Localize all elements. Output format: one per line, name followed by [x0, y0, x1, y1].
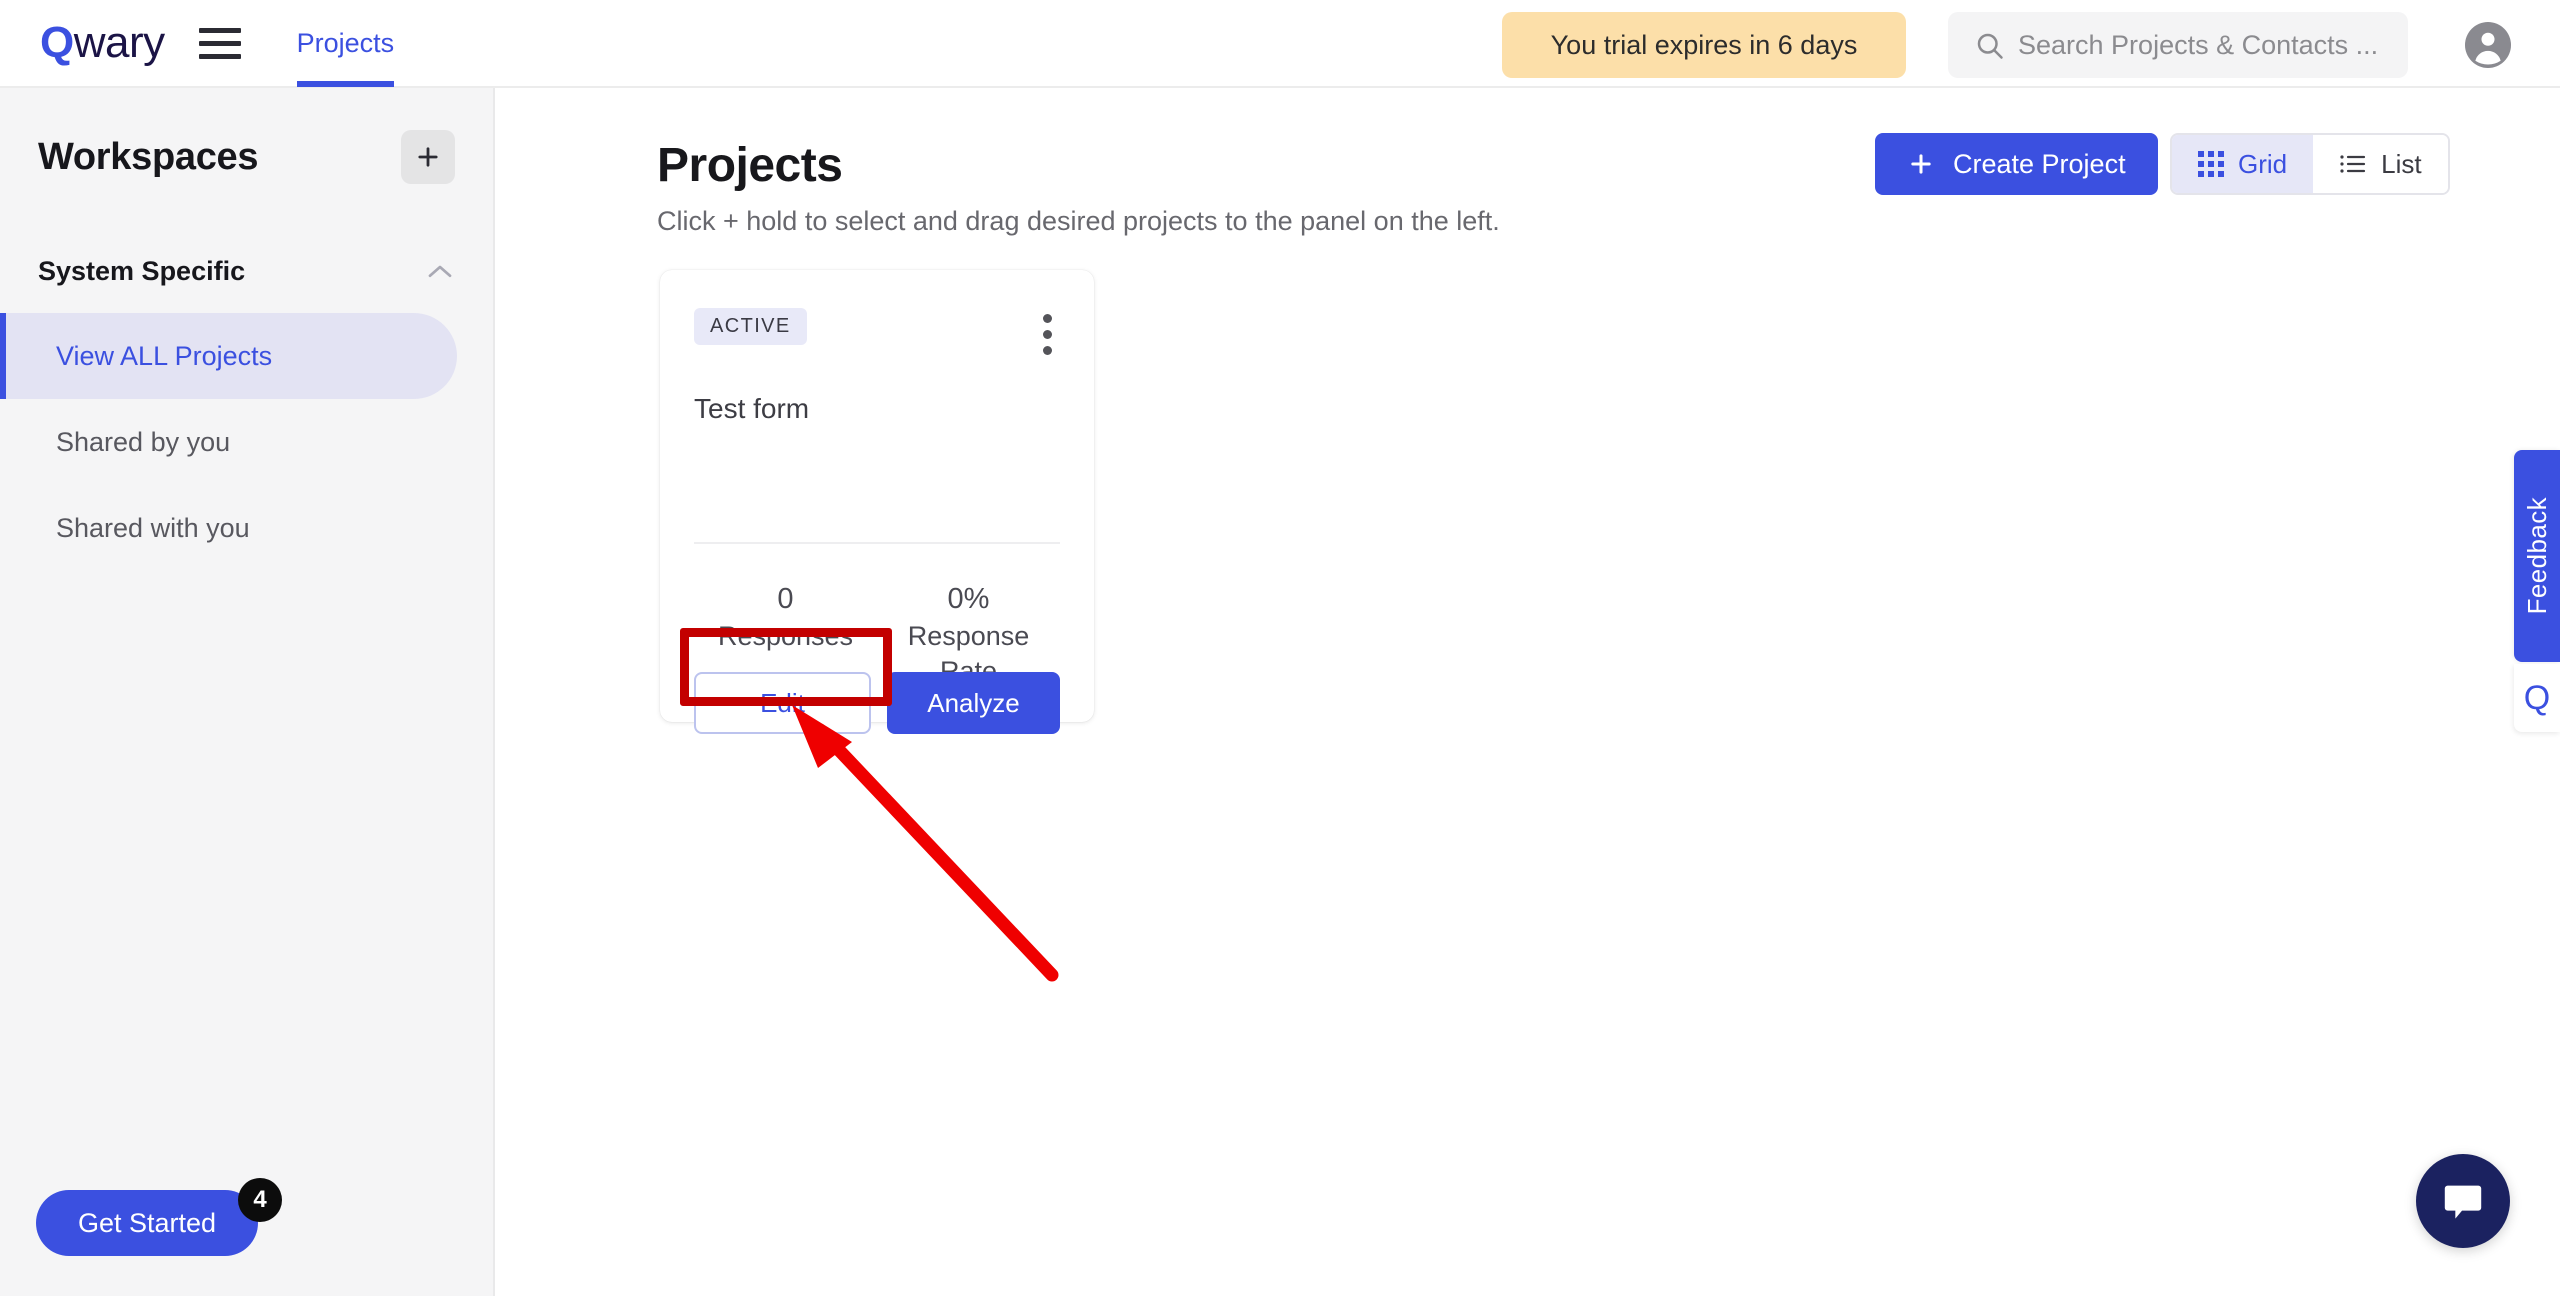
sidebar-item-label: Shared with you — [56, 512, 250, 543]
status-badge: ACTIVE — [694, 308, 807, 345]
tab-projects-label: Projects — [296, 27, 395, 58]
left-sidebar: Workspaces System Specific View ALL Proj… — [0, 88, 495, 1296]
analyze-button[interactable]: Analyze — [887, 672, 1060, 734]
sidebar-item-label: View ALL Projects — [56, 340, 273, 371]
get-started-badge: 4 — [238, 1178, 283, 1222]
view-toggle-list-label: List — [2381, 148, 2422, 179]
page-title: Projects — [657, 139, 843, 192]
page-subtitle: Click + hold to select and drag desired … — [657, 206, 1500, 236]
sidebar-item-label: Shared by you — [56, 426, 231, 457]
tab-active-indicator — [296, 81, 395, 87]
search-placeholder-text: Search Projects & Contacts ... — [2018, 29, 2379, 60]
app-logo[interactable]: Q wary — [40, 21, 165, 65]
feedback-tab-label: Feedback — [2521, 497, 2552, 615]
hamburger-line — [198, 40, 241, 46]
main-content: Projects Click + hold to select and drag… — [497, 88, 2560, 1296]
kebab-dot — [1043, 330, 1052, 339]
view-mode-toggle: Grid List — [2170, 133, 2450, 195]
project-card[interactable]: ACTIVE Test form 0 Responses 0% Response… — [660, 270, 1094, 734]
tab-projects[interactable]: Projects — [296, 0, 395, 87]
create-project-button[interactable]: Create Project — [1875, 133, 2158, 195]
card-divider — [694, 542, 1060, 544]
kebab-menu-icon[interactable] — [1035, 310, 1060, 359]
get-started-button[interactable]: Get Started 4 — [36, 1178, 283, 1256]
avatar[interactable] — [2465, 22, 2511, 68]
search-input[interactable]: Search Projects & Contacts ... — [1948, 12, 2408, 78]
stat-responses-value: 0 — [777, 583, 794, 615]
sidebar-group-label: System Specific — [38, 256, 246, 286]
hamburger-icon[interactable] — [198, 26, 241, 60]
workspaces-header: Workspaces — [0, 130, 493, 184]
view-toggle-grid[interactable]: Grid — [2172, 135, 2314, 193]
project-card-header: ACTIVE — [694, 308, 1060, 359]
list-icon — [2339, 153, 2367, 175]
stat-response-rate-value: 0% — [947, 583, 990, 615]
sidebar-item-shared-by-you[interactable]: Shared by you — [0, 399, 493, 485]
stat-responses-label: Responses — [717, 621, 854, 652]
feedback-logo-button[interactable]: Q — [2514, 664, 2560, 732]
trial-notice-badge: You trial expires in 6 days — [1502, 12, 1906, 78]
trial-notice-label: You trial expires in 6 days — [1550, 29, 1858, 60]
hamburger-line — [198, 27, 241, 33]
feedback-tab[interactable]: Feedback — [2514, 450, 2560, 662]
project-card-actions: Edit Analyze — [694, 672, 1060, 734]
project-name: Test form — [694, 393, 810, 424]
chat-bubble-icon[interactable] — [2416, 1154, 2510, 1248]
grid-icon — [2198, 151, 2224, 177]
plus-icon — [418, 147, 438, 167]
view-toggle-list[interactable]: List — [2313, 135, 2448, 193]
sidebar-item-shared-with-you[interactable]: Shared with you — [0, 485, 493, 571]
chevron-up-icon[interactable] — [425, 262, 455, 282]
get-started-label: Get Started — [78, 1207, 217, 1238]
sidebar-item-view-all-projects[interactable]: View ALL Projects — [0, 313, 457, 399]
edit-button[interactable]: Edit — [694, 672, 871, 734]
create-project-label: Create Project — [1953, 148, 2126, 179]
add-workspace-button[interactable] — [401, 130, 455, 184]
sidebar-nav-list: View ALL Projects Shared by you Shared w… — [0, 313, 493, 571]
top-navigation-bar: Q wary Projects You trial expires in 6 d… — [0, 0, 2560, 88]
logo-wordmark: wary — [73, 18, 165, 67]
logo-q-letter: Q — [40, 18, 74, 67]
kebab-dot — [1043, 346, 1052, 355]
search-icon — [1974, 30, 2004, 60]
hamburger-line — [198, 53, 241, 59]
view-toggle-grid-label: Grid — [2238, 148, 2288, 179]
sidebar-group-system-specific[interactable]: System Specific — [0, 256, 493, 287]
workspaces-title: Workspaces — [38, 135, 259, 178]
kebab-dot — [1043, 314, 1052, 323]
plus-icon — [1911, 154, 1931, 174]
